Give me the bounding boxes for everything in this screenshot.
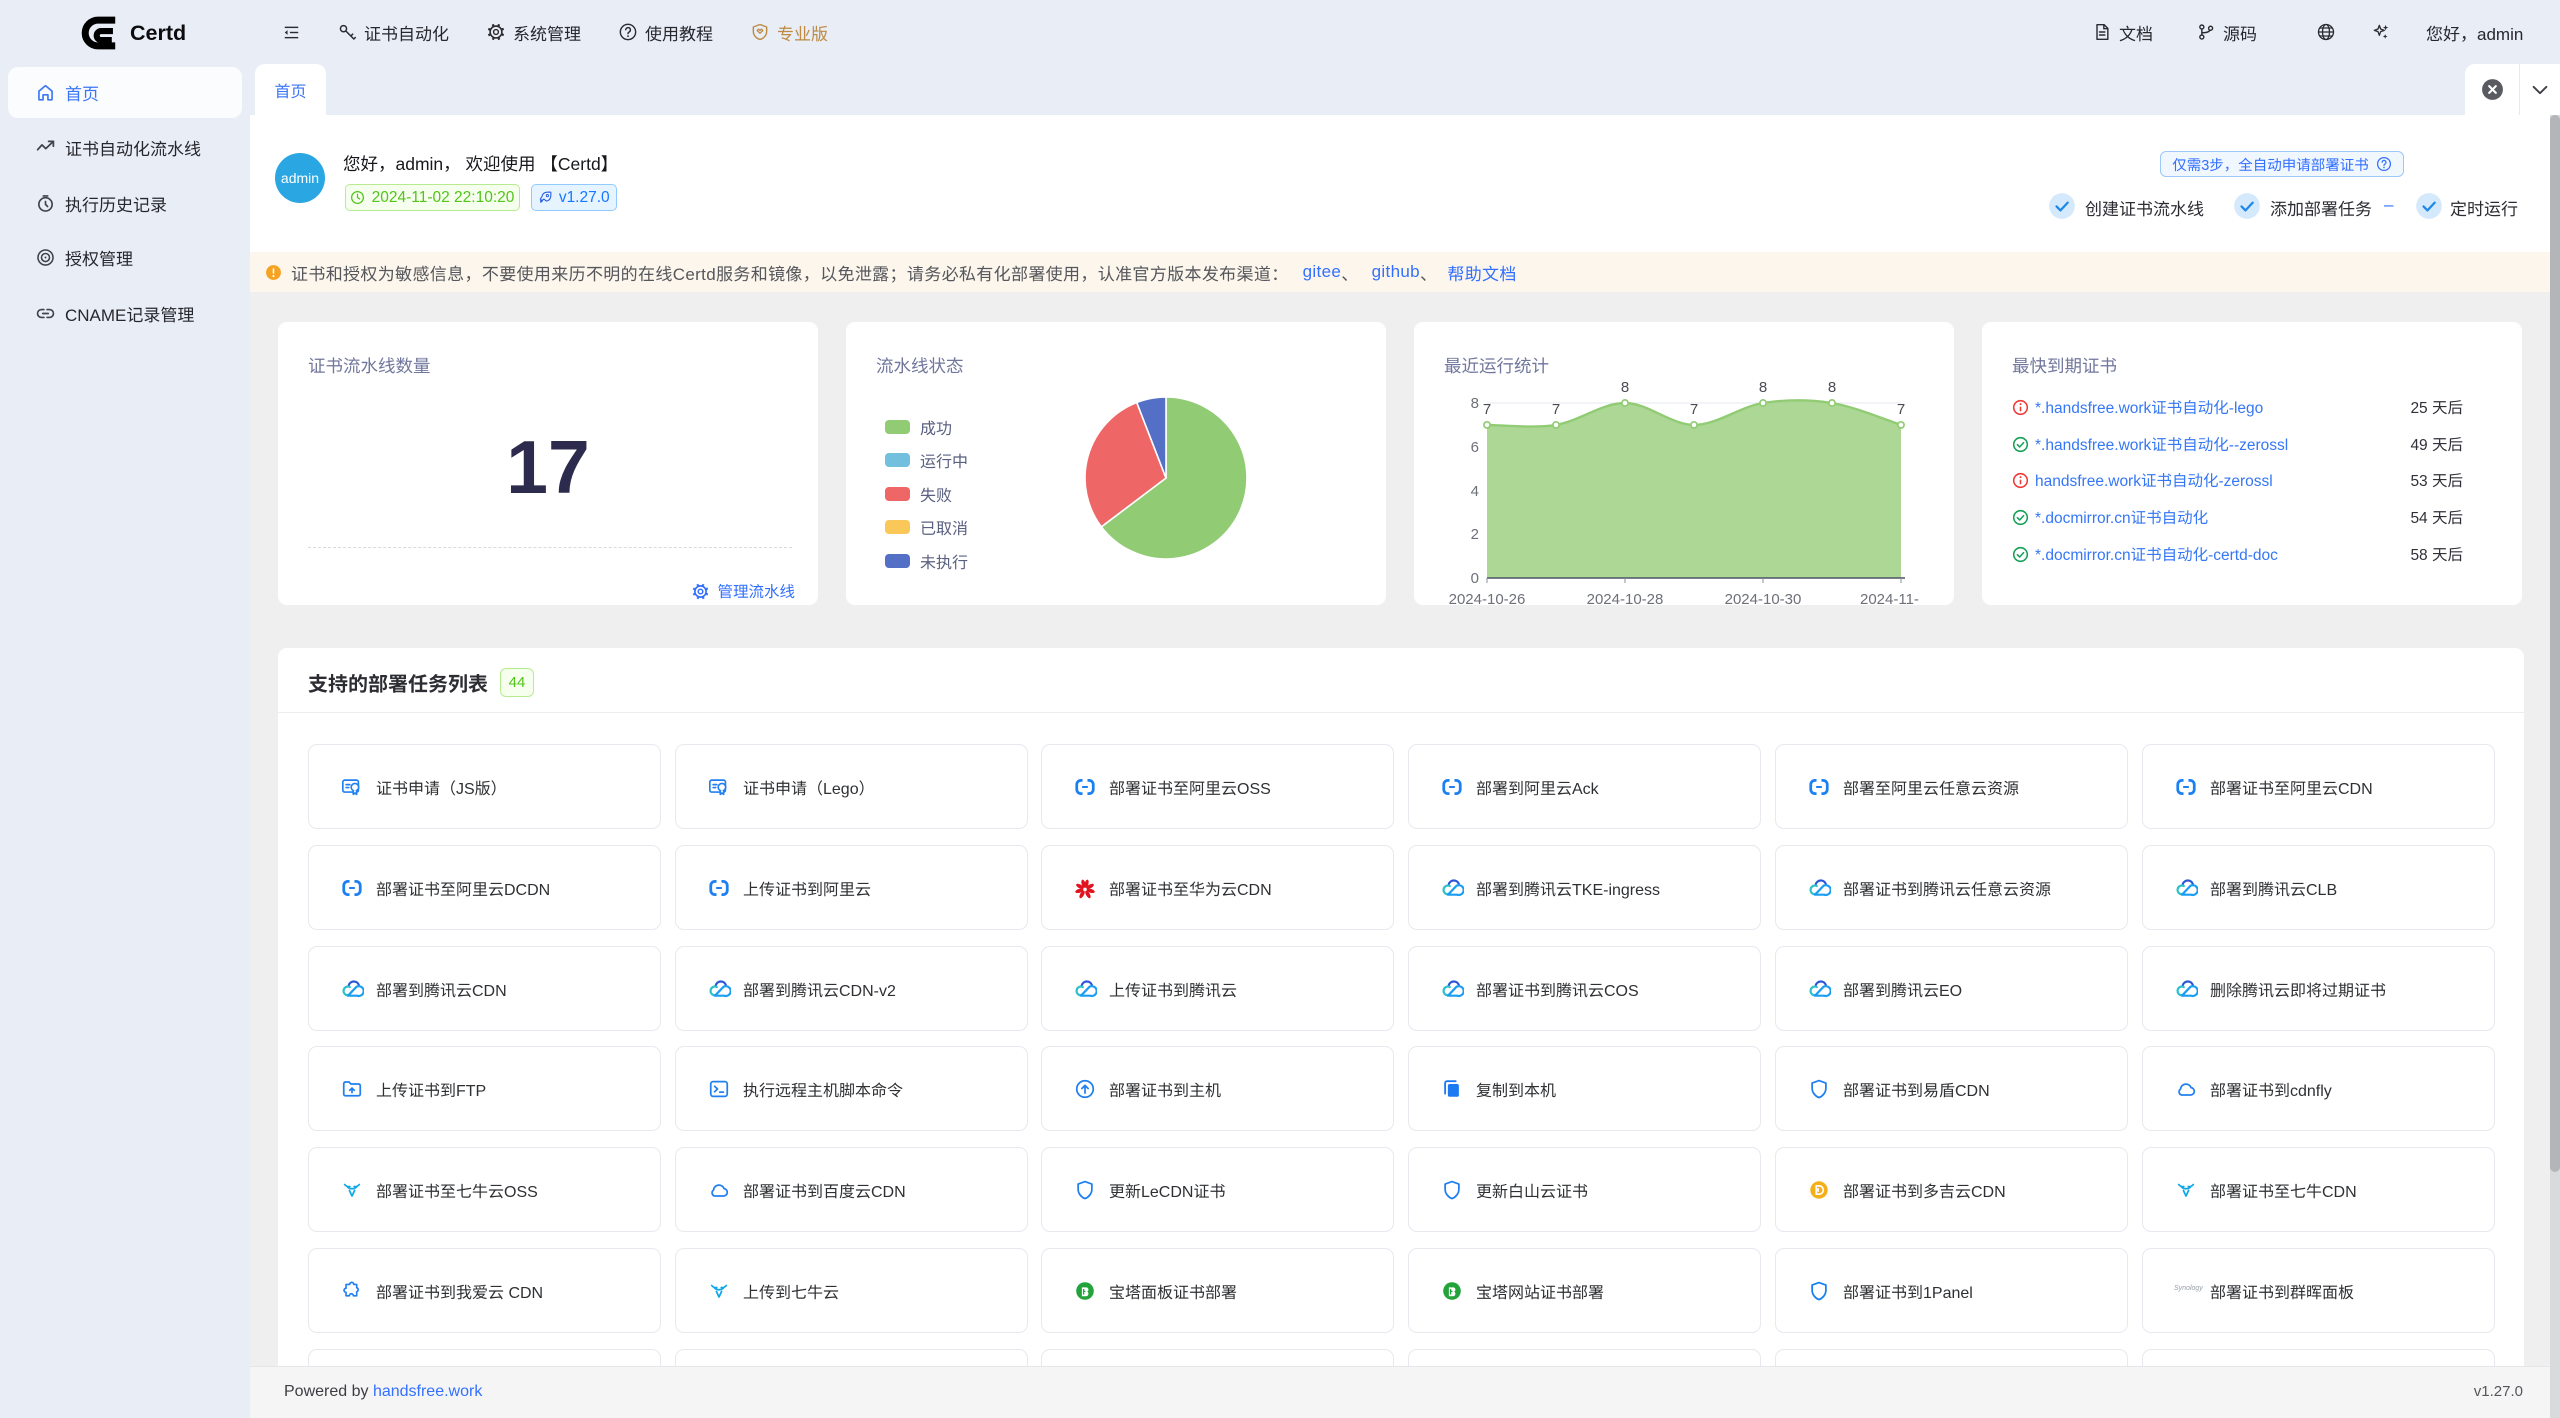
svg-text:2: 2 — [1471, 526, 1479, 543]
svg-text:2024-11-: 2024-11- — [1860, 591, 1919, 605]
svg-text:8: 8 — [1471, 395, 1479, 412]
svg-text:7: 7 — [1897, 401, 1905, 418]
svg-text:0: 0 — [1471, 570, 1479, 587]
svg-text:2024-10-30: 2024-10-30 — [1725, 591, 1802, 605]
svg-text:2024-10-26: 2024-10-26 — [1449, 591, 1526, 605]
svg-text:7: 7 — [1483, 401, 1491, 418]
svg-text:4: 4 — [1471, 483, 1479, 500]
svg-text:2024-10-28: 2024-10-28 — [1587, 591, 1664, 605]
svg-text:7: 7 — [1690, 401, 1698, 418]
svg-text:8: 8 — [1759, 379, 1767, 396]
svg-text:6: 6 — [1471, 439, 1479, 456]
svg-text:7: 7 — [1552, 401, 1560, 418]
svg-text:8: 8 — [1621, 379, 1629, 396]
svg-text:8: 8 — [1828, 379, 1836, 396]
